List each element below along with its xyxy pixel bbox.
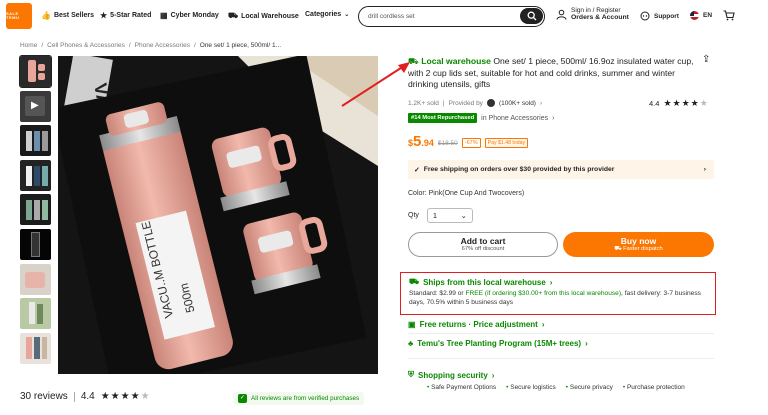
reviews-rating: 4.4 — [80, 391, 95, 402]
support-link[interactable]: Support — [640, 11, 679, 21]
chevron-right-icon: › — [585, 339, 588, 348]
top-header: SALE TEMU 👍 Best Sellers ★ 5-Star Rated … — [0, 0, 768, 34]
breadcrumb-home[interactable]: Home — [20, 42, 37, 49]
nav-cyber-monday[interactable]: ▦ Cyber Monday — [160, 11, 219, 20]
chevron-right-icon: › — [703, 166, 706, 173]
thumbnail-strip: ▶ — [19, 55, 52, 367]
reviews-count: 30 reviews — [20, 391, 68, 402]
chevron-right-icon: › — [539, 99, 543, 107]
shopping-security-link[interactable]: ⛨ Shopping security › — [408, 370, 494, 380]
pay-today-badge[interactable]: Pay $1.48 today — [484, 138, 529, 148]
original-price: $18.50 — [437, 140, 458, 147]
play-icon: ▶ — [31, 99, 39, 111]
search-button[interactable] — [520, 8, 543, 24]
truck-icon: ⛟ — [614, 246, 622, 253]
search-input[interactable] — [368, 13, 508, 20]
thumbnail[interactable] — [19, 55, 52, 88]
security-item: • Secure logistics — [506, 384, 556, 391]
search-icon — [527, 11, 536, 21]
chevron-right-icon: › — [552, 114, 555, 122]
product-title: ⛟ Local warehouse One set/ 1 piece, 500m… — [408, 56, 694, 90]
nav-local-warehouse[interactable]: ⛟ Local Warehouse — [228, 11, 299, 21]
security-list: • Safe Payment Options • Secure logistic… — [427, 384, 717, 391]
thumbnail[interactable] — [20, 194, 51, 226]
user-icon — [556, 9, 567, 20]
return-box-icon: ▣ — [408, 320, 416, 329]
current-price: $5.94 — [408, 133, 434, 150]
security-item: • Secure privacy — [565, 384, 613, 391]
search-bar — [358, 6, 545, 27]
reviews-summary[interactable]: 30 reviews 4.4 ★★★★★ — [20, 391, 151, 402]
thumbnail[interactable] — [20, 298, 51, 330]
local-warehouse-label: Local warehouse — [421, 56, 491, 66]
breadcrumb-phone-accessories[interactable]: Phone Accessories — [135, 42, 190, 49]
discount-badge: -67% — [461, 138, 481, 148]
chevron-down-icon: ⌄ — [344, 12, 350, 18]
nav-best-sellers[interactable]: 👍 Best Sellers — [41, 11, 94, 20]
thumbnail[interactable] — [20, 263, 51, 295]
thumbnail[interactable] — [20, 125, 51, 157]
breadcrumb-current: One set/ 1 piece, 500ml/ 1... — [199, 42, 282, 49]
truck-icon: ⛟ — [228, 11, 239, 20]
chevron-right-icon: › — [549, 277, 553, 287]
security-item: • Purchase protection — [622, 384, 685, 391]
quantity-select[interactable]: 1 ⌄ — [426, 208, 473, 223]
product-photo: VAC VACU..M BOTTLE 500m — [58, 56, 378, 374]
ships-from-warehouse-box[interactable]: ⛟ Ships from this local warehouse › Stan… — [400, 272, 716, 315]
nav-five-star-rated[interactable]: ★ 5-Star Rated — [100, 11, 151, 20]
shipping-details: Standard: $2.99 or FREE (if ordering $30… — [409, 290, 701, 306]
account-menu[interactable]: Sign in / Register Orders & Account — [556, 7, 629, 22]
thumbnail[interactable] — [20, 228, 51, 260]
price-row: $5.94 $18.50 -67% Pay $1.48 today — [408, 133, 529, 150]
nav-categories[interactable]: Categories ⌄ — [305, 11, 349, 18]
chevron-right-icon: › — [541, 320, 545, 329]
temu-logo[interactable]: SALE TEMU — [6, 3, 32, 29]
store-avatar[interactable] — [486, 99, 495, 107]
thumbnail-video[interactable]: ▶ — [20, 90, 51, 122]
tree-icon: ♣ — [408, 339, 414, 348]
tree-planting-link[interactable]: ♣ Temu's Tree Planting Program (15M+ tre… — [408, 339, 588, 348]
sales-meta: 1.2K+ sold | Provided by (100K+ sold) › — [408, 99, 543, 107]
truck-icon: ⛟ — [409, 277, 420, 286]
breadcrumb: Home / Cell Phones & Accessories / Phone A… — [20, 42, 282, 49]
truck-icon: ⛟ — [408, 56, 419, 66]
store-sold-count[interactable]: (100K+ sold) — [499, 100, 536, 107]
color-label: Color: Pink(One Cup And Twocovers) — [408, 190, 525, 197]
thumbnail[interactable] — [20, 159, 51, 191]
star-rating-icon: ★★★★★ — [100, 391, 151, 402]
buy-now-button[interactable]: Buy now ⛟ Faster dispatch — [563, 232, 714, 257]
shield-icon: ⛨ — [408, 370, 414, 379]
ranking-row[interactable]: #14 Most Repurchased in Phone Accessorie… — [408, 113, 554, 123]
headset-icon — [640, 11, 650, 21]
us-flag-icon — [690, 11, 699, 20]
rank-badge: #14 Most Repurchased — [408, 113, 478, 123]
star-rating-icon: ★★★★★ — [663, 98, 709, 108]
thumbnail[interactable] — [20, 332, 51, 364]
add-to-cart-button[interactable]: Add to cart 67% off discount — [408, 232, 558, 257]
shield-check-icon: ✓ — [238, 394, 247, 403]
free-shipping-banner[interactable]: ✓ Free shipping on orders over $30 provi… — [408, 160, 714, 179]
chevron-right-icon: › — [491, 370, 495, 380]
cart-button[interactable] — [723, 10, 735, 21]
check-icon: ✓ — [414, 166, 420, 174]
quantity-row: Qty 1 ⌄ — [408, 208, 473, 223]
free-returns-link[interactable]: ▣ Free returns · Price adjustment › — [408, 320, 545, 329]
security-item: • Safe Payment Options — [427, 384, 497, 391]
product-rating[interactable]: 4.4 ★★★★★ — [649, 98, 709, 109]
calendar-icon: ▦ — [160, 11, 168, 20]
language-selector[interactable]: EN — [690, 11, 712, 20]
thumbs-up-icon: 👍 — [41, 11, 51, 20]
verified-reviews-badge: ✓ All reviews are from verified purchase… — [233, 392, 365, 405]
cart-icon — [723, 10, 735, 21]
share-icon[interactable]: ⇪ — [702, 54, 710, 65]
breadcrumb-cell-phones[interactable]: Cell Phones & Accessories — [47, 42, 125, 49]
chevron-down-icon: ⌄ — [460, 211, 467, 220]
star-icon: ★ — [100, 11, 108, 20]
main-product-image[interactable]: VAC VACU..M BOTTLE 500m — [58, 56, 378, 374]
